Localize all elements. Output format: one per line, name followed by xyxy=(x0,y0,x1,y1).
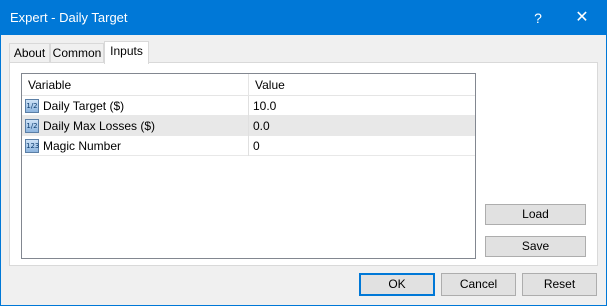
double-value-icon: 1/2 xyxy=(25,119,39,133)
column-header-variable[interactable]: Variable xyxy=(22,74,71,96)
variable-name: Daily Max Losses ($) xyxy=(43,119,156,133)
double-value-icon: 1/2 xyxy=(25,99,39,113)
cell-divider xyxy=(248,96,249,116)
window-title: Expert - Daily Target xyxy=(10,10,128,25)
variable-name: Magic Number xyxy=(43,139,122,153)
tab-inputs[interactable]: Inputs xyxy=(104,41,149,64)
variable-name: Daily Target ($) xyxy=(43,99,125,113)
load-button[interactable]: Load xyxy=(485,204,586,225)
cell-divider xyxy=(248,136,249,156)
variable-value[interactable]: 0 xyxy=(253,136,260,156)
table-row[interactable]: 123 Magic Number 0 xyxy=(22,136,475,156)
variable-value[interactable]: 0.0 xyxy=(253,116,270,136)
table-row[interactable]: 1/2 Daily Max Losses ($) 0.0 xyxy=(22,116,475,136)
inputs-grid: Variable Value 1/2 Daily Target ($) 10.0… xyxy=(21,73,476,259)
cell-divider xyxy=(248,116,249,136)
close-button[interactable]: ✕ xyxy=(567,7,597,29)
tab-common[interactable]: Common xyxy=(50,43,104,63)
ok-button[interactable]: OK xyxy=(359,273,435,296)
column-header-value[interactable]: Value xyxy=(249,74,285,96)
inputs-panel: Variable Value 1/2 Daily Target ($) 10.0… xyxy=(9,62,598,266)
grid-header: Variable Value xyxy=(22,74,475,96)
help-button[interactable]: ? xyxy=(523,7,553,29)
save-button[interactable]: Save xyxy=(485,236,586,257)
reset-button[interactable]: Reset xyxy=(522,273,597,296)
variable-value[interactable]: 10.0 xyxy=(253,96,276,116)
integer-value-icon: 123 xyxy=(25,139,39,153)
table-row[interactable]: 1/2 Daily Target ($) 10.0 xyxy=(22,96,475,116)
cancel-button[interactable]: Cancel xyxy=(441,273,516,296)
dialog-window: Expert - Daily Target ? ✕ About Common I… xyxy=(0,0,607,306)
title-bar: Expert - Daily Target ? ✕ xyxy=(1,1,606,35)
tab-about[interactable]: About xyxy=(9,43,50,63)
